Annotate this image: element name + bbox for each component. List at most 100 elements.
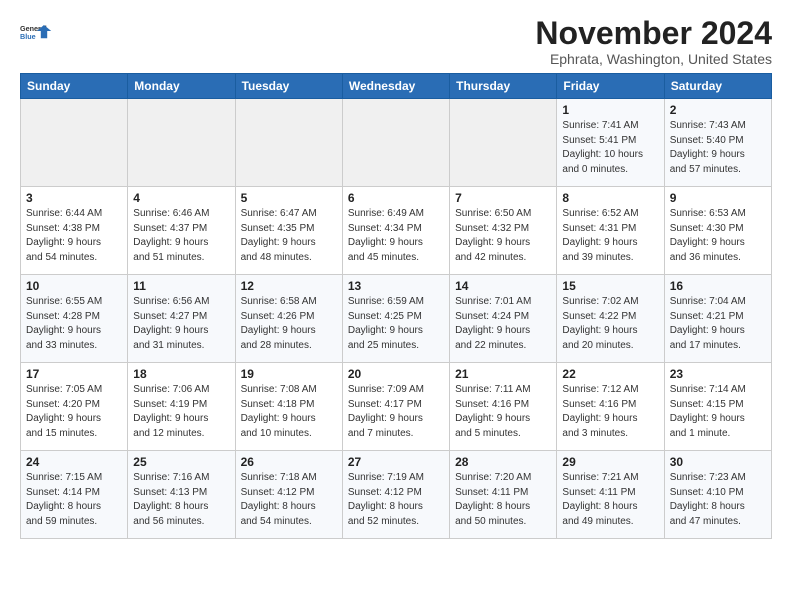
day-info: Sunrise: 7:06 AM Sunset: 4:19 PM Dayligh… xyxy=(133,383,229,441)
calendar-cell: 6 Sunrise: 6:49 AM Sunset: 4:34 PM Daylig… xyxy=(342,187,449,275)
day-info: Sunrise: 6:55 AM Sunset: 4:28 PM Dayligh… xyxy=(26,295,122,353)
day-info: Sunrise: 6:52 AM Sunset: 4:31 PM Dayligh… xyxy=(562,207,658,265)
calendar-cell: 25Sunrise: 7:16 AM Sunset: 4:13 PM Dayli… xyxy=(128,451,235,539)
day-number: 28 xyxy=(455,455,551,469)
day-info: Sunrise: 7:01 AM Sunset: 4:24 PM Dayligh… xyxy=(455,295,551,353)
calendar-cell: 3 Sunrise: 6:44 AM Sunset: 4:38 PM Daylig… xyxy=(21,187,128,275)
calendar-week-row: 17 Sunrise: 7:05 AM Sunset: 4:20 PM Dayli… xyxy=(21,363,772,451)
day-info: Sunrise: 7:20 AM Sunset: 4:11 PM Dayligh… xyxy=(455,471,551,529)
calendar-cell: 23 Sunrise: 7:14 AM Sunset: 4:15 PM Dayli… xyxy=(664,363,771,451)
day-number: 2 xyxy=(670,103,766,117)
calendar-cell: 18 Sunrise: 7:06 AM Sunset: 4:19 PM Dayli… xyxy=(128,363,235,451)
calendar-cell: 24 Sunrise: 7:15 AM Sunset: 4:14 PM Dayli… xyxy=(21,451,128,539)
day-info: Sunrise: 7:04 AM Sunset: 4:21 PM Dayligh… xyxy=(670,295,766,353)
day-number: 27 xyxy=(348,455,444,469)
day-info: Sunrise: 7:41 AM Sunset: 5:41 PM Dayligh… xyxy=(562,119,658,177)
calendar-cell: 19 Sunrise: 7:08 AM Sunset: 4:18 PM Dayli… xyxy=(235,363,342,451)
day-number: 19 xyxy=(241,367,337,381)
calendar-cell: 9 Sunrise: 6:53 AM Sunset: 4:30 PM Daylig… xyxy=(664,187,771,275)
day-info: Sunrise: 7:23 AM Sunset: 4:10 PM Dayligh… xyxy=(670,471,766,529)
day-number: 3 xyxy=(26,191,122,205)
calendar-week-row: 24 Sunrise: 7:15 AM Sunset: 4:14 PM Dayli… xyxy=(21,451,772,539)
title-block: November 2024 Ephrata, Washington, Unite… xyxy=(535,16,772,67)
col-saturday: Saturday xyxy=(664,74,771,99)
col-tuesday: Tuesday xyxy=(235,74,342,99)
day-info: Sunrise: 6:47 AM Sunset: 4:35 PM Dayligh… xyxy=(241,207,337,265)
calendar-cell: 28 Sunrise: 7:20 AM Sunset: 4:11 PM Dayli… xyxy=(450,451,557,539)
day-info: Sunrise: 7:14 AM Sunset: 4:15 PM Dayligh… xyxy=(670,383,766,441)
day-number: 13 xyxy=(348,279,444,293)
day-number: 17 xyxy=(26,367,122,381)
day-info: Sunrise: 6:59 AM Sunset: 4:25 PM Dayligh… xyxy=(348,295,444,353)
day-number: 14 xyxy=(455,279,551,293)
calendar-cell: 1 Sunrise: 7:41 AM Sunset: 5:41 PM Daylig… xyxy=(557,99,664,187)
day-info: Sunrise: 6:44 AM Sunset: 4:38 PM Dayligh… xyxy=(26,207,122,265)
day-number: 22 xyxy=(562,367,658,381)
col-monday: Monday xyxy=(128,74,235,99)
page: GeneralBlue November 2024 Ephrata, Washi… xyxy=(0,0,792,549)
calendar-cell: 16 Sunrise: 7:04 AM Sunset: 4:21 PM Dayli… xyxy=(664,275,771,363)
day-info: Sunrise: 7:12 AM Sunset: 4:16 PM Dayligh… xyxy=(562,383,658,441)
calendar-cell: 14 Sunrise: 7:01 AM Sunset: 4:24 PM Dayli… xyxy=(450,275,557,363)
calendar-cell xyxy=(342,99,449,187)
day-number: 24 xyxy=(26,455,122,469)
calendar-cell: 22 Sunrise: 7:12 AM Sunset: 4:16 PM Dayli… xyxy=(557,363,664,451)
calendar-table: Sunday Monday Tuesday Wednesday Thursday… xyxy=(20,73,772,539)
col-wednesday: Wednesday xyxy=(342,74,449,99)
calendar-cell: 27 Sunrise: 7:19 AM Sunset: 4:12 PM Dayli… xyxy=(342,451,449,539)
calendar-cell: 10 Sunrise: 6:55 AM Sunset: 4:28 PM Dayli… xyxy=(21,275,128,363)
calendar-cell: 7Sunrise: 6:50 AM Sunset: 4:32 PM Daylig… xyxy=(450,187,557,275)
day-info: Sunrise: 7:05 AM Sunset: 4:20 PM Dayligh… xyxy=(26,383,122,441)
calendar-cell xyxy=(450,99,557,187)
day-info: Sunrise: 7:43 AM Sunset: 5:40 PM Dayligh… xyxy=(670,119,766,177)
day-info: Sunrise: 6:46 AM Sunset: 4:37 PM Dayligh… xyxy=(133,207,229,265)
day-info: Sunrise: 6:53 AM Sunset: 4:30 PM Dayligh… xyxy=(670,207,766,265)
calendar-cell: 2 Sunrise: 7:43 AM Sunset: 5:40 PM Daylig… xyxy=(664,99,771,187)
calendar-cell: 26Sunrise: 7:18 AM Sunset: 4:12 PM Dayli… xyxy=(235,451,342,539)
day-number: 20 xyxy=(348,367,444,381)
calendar-cell: 30 Sunrise: 7:23 AM Sunset: 4:10 PM Dayli… xyxy=(664,451,771,539)
col-friday: Friday xyxy=(557,74,664,99)
calendar-week-row: 3 Sunrise: 6:44 AM Sunset: 4:38 PM Daylig… xyxy=(21,187,772,275)
subtitle: Ephrata, Washington, United States xyxy=(535,51,772,67)
day-info: Sunrise: 7:15 AM Sunset: 4:14 PM Dayligh… xyxy=(26,471,122,529)
calendar-cell: 20Sunrise: 7:09 AM Sunset: 4:17 PM Dayli… xyxy=(342,363,449,451)
calendar-cell xyxy=(21,99,128,187)
col-thursday: Thursday xyxy=(450,74,557,99)
day-number: 11 xyxy=(133,279,229,293)
day-number: 30 xyxy=(670,455,766,469)
calendar-cell xyxy=(128,99,235,187)
calendar-week-row: 10 Sunrise: 6:55 AM Sunset: 4:28 PM Dayli… xyxy=(21,275,772,363)
day-info: Sunrise: 7:19 AM Sunset: 4:12 PM Dayligh… xyxy=(348,471,444,529)
day-number: 16 xyxy=(670,279,766,293)
day-info: Sunrise: 7:21 AM Sunset: 4:11 PM Dayligh… xyxy=(562,471,658,529)
day-number: 23 xyxy=(670,367,766,381)
logo: GeneralBlue xyxy=(20,16,52,48)
main-title: November 2024 xyxy=(535,16,772,51)
day-number: 15 xyxy=(562,279,658,293)
day-number: 21 xyxy=(455,367,551,381)
day-info: Sunrise: 6:49 AM Sunset: 4:34 PM Dayligh… xyxy=(348,207,444,265)
day-number: 18 xyxy=(133,367,229,381)
day-number: 10 xyxy=(26,279,122,293)
calendar-cell: 8 Sunrise: 6:52 AM Sunset: 4:31 PM Daylig… xyxy=(557,187,664,275)
day-number: 1 xyxy=(562,103,658,117)
day-number: 5 xyxy=(241,191,337,205)
day-info: Sunrise: 6:56 AM Sunset: 4:27 PM Dayligh… xyxy=(133,295,229,353)
calendar-header-row: Sunday Monday Tuesday Wednesday Thursday… xyxy=(21,74,772,99)
day-info: Sunrise: 6:50 AM Sunset: 4:32 PM Dayligh… xyxy=(455,207,551,265)
calendar-cell: 29 Sunrise: 7:21 AM Sunset: 4:11 PM Dayli… xyxy=(557,451,664,539)
day-info: Sunrise: 7:18 AM Sunset: 4:12 PM Dayligh… xyxy=(241,471,337,529)
calendar-week-row: 1 Sunrise: 7:41 AM Sunset: 5:41 PM Daylig… xyxy=(21,99,772,187)
day-number: 29 xyxy=(562,455,658,469)
day-number: 6 xyxy=(348,191,444,205)
day-number: 9 xyxy=(670,191,766,205)
svg-text:Blue: Blue xyxy=(20,32,36,41)
calendar-cell: 12Sunrise: 6:58 AM Sunset: 4:26 PM Dayli… xyxy=(235,275,342,363)
day-info: Sunrise: 7:08 AM Sunset: 4:18 PM Dayligh… xyxy=(241,383,337,441)
col-sunday: Sunday xyxy=(21,74,128,99)
day-number: 8 xyxy=(562,191,658,205)
day-info: Sunrise: 6:58 AM Sunset: 4:26 PM Dayligh… xyxy=(241,295,337,353)
header: GeneralBlue November 2024 Ephrata, Washi… xyxy=(20,16,772,67)
calendar-cell: 17 Sunrise: 7:05 AM Sunset: 4:20 PM Dayli… xyxy=(21,363,128,451)
